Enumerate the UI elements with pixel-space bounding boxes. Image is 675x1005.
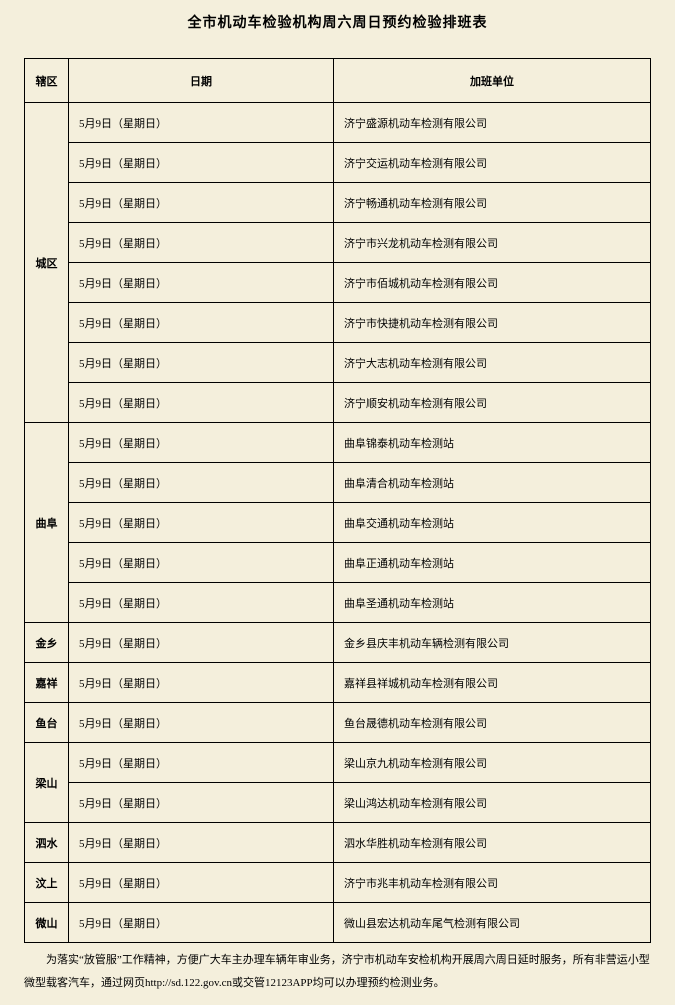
table-row: 5月9日（星期日）济宁大志机动车检测有限公司 [25,343,651,383]
table-row: 梁山5月9日（星期日）梁山京九机动车检测有限公司 [25,743,651,783]
unit-cell: 济宁市兆丰机动车检测有限公司 [334,863,651,903]
unit-cell: 曲阜清合机动车检测站 [334,463,651,503]
footer-note: 为落实“放管服”工作精神，方便广大车主办理车辆年审业务，济宁市机动车安检机构开展… [24,949,651,995]
table-row: 5月9日（星期日）曲阜正通机动车检测站 [25,543,651,583]
date-cell: 5月9日（星期日） [69,383,334,423]
table-row: 泗水5月9日（星期日）泗水华胜机动车检测有限公司 [25,823,651,863]
unit-cell: 梁山京九机动车检测有限公司 [334,743,651,783]
table-row: 5月9日（星期日）济宁畅通机动车检测有限公司 [25,183,651,223]
unit-cell: 济宁畅通机动车检测有限公司 [334,183,651,223]
date-cell: 5月9日（星期日） [69,303,334,343]
unit-cell: 曲阜锦泰机动车检测站 [334,423,651,463]
table-header-row: 辖区 日期 加班单位 [25,59,651,103]
table-row: 曲阜5月9日（星期日）曲阜锦泰机动车检测站 [25,423,651,463]
unit-cell: 金乡县庆丰机动车辆检测有限公司 [334,623,651,663]
date-cell: 5月9日（星期日） [69,463,334,503]
area-cell: 泗水 [25,823,69,863]
unit-cell: 济宁顺安机动车检测有限公司 [334,383,651,423]
page-title: 全市机动车检验机构周六周日预约检验排班表 [24,12,651,32]
table-row: 5月9日（星期日）曲阜清合机动车检测站 [25,463,651,503]
date-cell: 5月9日（星期日） [69,583,334,623]
unit-cell: 梁山鸿达机动车检测有限公司 [334,783,651,823]
table-row: 微山5月9日（星期日）微山县宏达机动车尾气检测有限公司 [25,903,651,943]
date-cell: 5月9日（星期日） [69,623,334,663]
area-cell: 城区 [25,103,69,423]
date-cell: 5月9日（星期日） [69,543,334,583]
date-cell: 5月9日（星期日） [69,783,334,823]
unit-cell: 济宁大志机动车检测有限公司 [334,343,651,383]
area-cell: 曲阜 [25,423,69,623]
schedule-table: 辖区 日期 加班单位 城区5月9日（星期日）济宁盛源机动车检测有限公司5月9日（… [24,58,651,943]
table-row: 5月9日（星期日）济宁市佰城机动车检测有限公司 [25,263,651,303]
table-row: 5月9日（星期日）济宁顺安机动车检测有限公司 [25,383,651,423]
unit-cell: 济宁盛源机动车检测有限公司 [334,103,651,143]
date-cell: 5月9日（星期日） [69,743,334,783]
date-cell: 5月9日（星期日） [69,343,334,383]
unit-cell: 济宁市兴龙机动车检测有限公司 [334,223,651,263]
table-row: 嘉祥5月9日（星期日）嘉祥县祥城机动车检测有限公司 [25,663,651,703]
unit-cell: 泗水华胜机动车检测有限公司 [334,823,651,863]
date-cell: 5月9日（星期日） [69,503,334,543]
unit-cell: 鱼台晟德机动车检测有限公司 [334,703,651,743]
date-cell: 5月9日（星期日） [69,143,334,183]
table-row: 5月9日（星期日）济宁交运机动车检测有限公司 [25,143,651,183]
unit-cell: 曲阜正通机动车检测站 [334,543,651,583]
table-row: 5月9日（星期日）曲阜交通机动车检测站 [25,503,651,543]
date-cell: 5月9日（星期日） [69,663,334,703]
date-cell: 5月9日（星期日） [69,223,334,263]
unit-cell: 济宁交运机动车检测有限公司 [334,143,651,183]
table-row: 5月9日（星期日）济宁市快捷机动车检测有限公司 [25,303,651,343]
area-cell: 梁山 [25,743,69,823]
date-cell: 5月9日（星期日） [69,423,334,463]
table-row: 鱼台5月9日（星期日）鱼台晟德机动车检测有限公司 [25,703,651,743]
unit-cell: 曲阜圣通机动车检测站 [334,583,651,623]
unit-cell: 嘉祥县祥城机动车检测有限公司 [334,663,651,703]
header-area: 辖区 [25,59,69,103]
date-cell: 5月9日（星期日） [69,103,334,143]
header-unit: 加班单位 [334,59,651,103]
table-row: 5月9日（星期日）济宁市兴龙机动车检测有限公司 [25,223,651,263]
date-cell: 5月9日（星期日） [69,703,334,743]
table-row: 金乡5月9日（星期日）金乡县庆丰机动车辆检测有限公司 [25,623,651,663]
date-cell: 5月9日（星期日） [69,823,334,863]
area-cell: 微山 [25,903,69,943]
unit-cell: 济宁市佰城机动车检测有限公司 [334,263,651,303]
unit-cell: 微山县宏达机动车尾气检测有限公司 [334,903,651,943]
table-row: 5月9日（星期日）曲阜圣通机动车检测站 [25,583,651,623]
area-cell: 金乡 [25,623,69,663]
area-cell: 鱼台 [25,703,69,743]
area-cell: 嘉祥 [25,663,69,703]
date-cell: 5月9日（星期日） [69,903,334,943]
table-row: 城区5月9日（星期日）济宁盛源机动车检测有限公司 [25,103,651,143]
header-date: 日期 [69,59,334,103]
unit-cell: 曲阜交通机动车检测站 [334,503,651,543]
unit-cell: 济宁市快捷机动车检测有限公司 [334,303,651,343]
date-cell: 5月9日（星期日） [69,863,334,903]
date-cell: 5月9日（星期日） [69,263,334,303]
table-row: 汶上5月9日（星期日）济宁市兆丰机动车检测有限公司 [25,863,651,903]
table-row: 5月9日（星期日）梁山鸿达机动车检测有限公司 [25,783,651,823]
area-cell: 汶上 [25,863,69,903]
date-cell: 5月9日（星期日） [69,183,334,223]
